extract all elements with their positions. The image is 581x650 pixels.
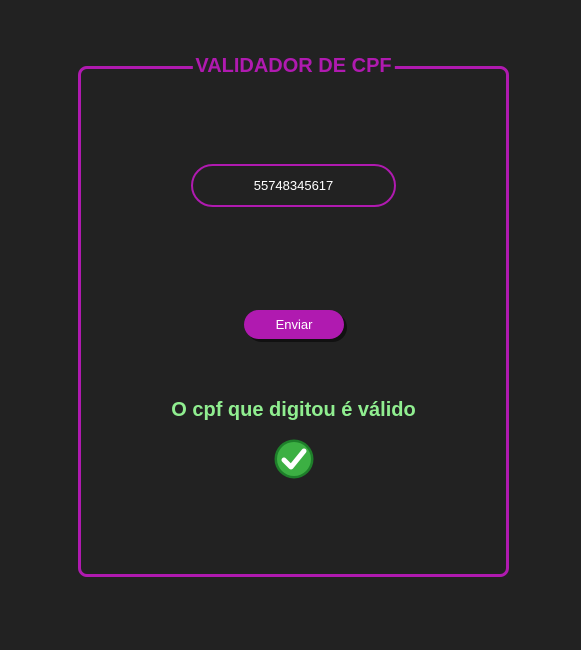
submit-button[interactable]: Enviar [244,310,344,339]
check-circle-icon [274,439,314,479]
page: VALIDADOR DE CPF Enviar O cpf que digito… [0,0,581,650]
validator-panel: VALIDADOR DE CPF Enviar O cpf que digito… [78,54,509,577]
result-message: O cpf que digitou é válido [171,399,416,421]
page-title: VALIDADOR DE CPF [192,54,395,78]
cpf-input[interactable] [191,164,396,207]
